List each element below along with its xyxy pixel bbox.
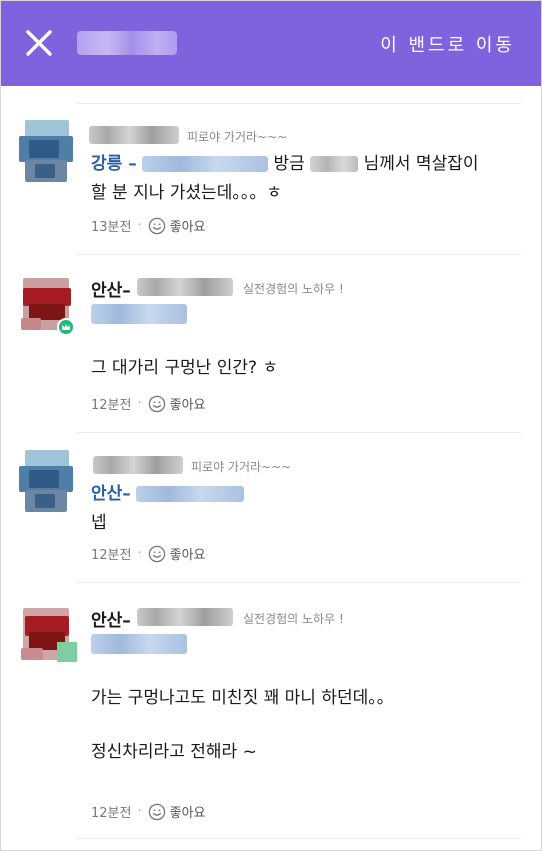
divider	[77, 582, 521, 583]
author-bio: 실전경험의 노하우 !	[243, 612, 344, 626]
comment-time: 12분전	[91, 548, 132, 563]
smiley-icon	[148, 803, 165, 820]
divider	[77, 103, 521, 104]
like-button[interactable]: 좋아요	[148, 544, 206, 563]
smiley-icon	[148, 545, 165, 562]
author-name-prefix[interactable]: 안산–	[91, 606, 131, 631]
comment-meta: 12분전 · 좋아요	[91, 544, 206, 563]
mention-tag-blurred[interactable]	[91, 304, 187, 324]
comment-text: 그 대가리 구멍난 인간? ㅎ	[91, 358, 279, 378]
like-button[interactable]: 좋아요	[148, 216, 206, 235]
mention-name-blurred	[142, 156, 269, 172]
comment-time: 13분전	[91, 220, 132, 235]
smiley-icon	[148, 395, 165, 412]
author-bio: 피로야 가거라~~~	[187, 130, 288, 144]
band-name-blurred	[77, 31, 177, 55]
close-icon	[26, 30, 52, 56]
comment-text-line: 정신차리라고 전해라 ~	[91, 742, 257, 762]
comment-text: 안산– 넵	[91, 480, 521, 538]
author-bio: 실전경험의 노하우 !	[243, 282, 344, 296]
comment-meta: 13분전 · 좋아요	[91, 216, 206, 235]
divider	[77, 254, 521, 255]
meta-separator: ·	[137, 396, 142, 411]
go-to-band-button[interactable]: 이 밴드로 이동	[380, 31, 515, 57]
avatar[interactable]	[15, 450, 77, 512]
comment-time: 12분전	[91, 806, 132, 821]
comment-text-part: 님께서 멱살잡이	[363, 154, 479, 174]
comment-item: 안산– 실전경험의 노하우 ! 가는 구멍나고도 미친짓 꽤 마니 하던데。。 …	[1, 596, 541, 826]
author-name-blurred[interactable]	[137, 608, 233, 626]
like-button[interactable]: 좋아요	[148, 394, 206, 413]
crown-icon	[62, 324, 70, 330]
comment-text-part: 방금	[273, 154, 305, 174]
comment-meta: 12분전 · 좋아요	[91, 394, 206, 413]
divider	[77, 838, 521, 839]
top-bar: 이 밴드로 이동	[1, 1, 541, 86]
smiley-icon	[148, 217, 165, 234]
comment-meta: 12분전 · 좋아요	[91, 802, 206, 821]
comment-item: 안산– 실전경험의 노하우 ! 그 대가리 구멍난 인간? ㅎ 12분전 · 좋…	[1, 266, 541, 426]
like-button[interactable]: 좋아요	[148, 802, 206, 821]
comment-item: 피로야 가거라~~~ 강릉 – 방금 님께서 멱살잡이 할 분 지나 가셨는데。…	[1, 116, 541, 246]
like-label: 좋아요	[169, 220, 206, 235]
like-label: 좋아요	[169, 548, 206, 563]
name-blurred	[310, 156, 359, 172]
comment-item: 피로야 가거라~~~ 안산– 넵 12분전 · 좋아요	[1, 446, 541, 576]
mention-name-blurred	[136, 486, 245, 502]
like-label: 좋아요	[169, 806, 206, 821]
comment-text-line: 가는 구멍나고도 미친짓 꽤 마니 하던데。。	[91, 688, 394, 708]
meta-separator: ·	[137, 546, 142, 561]
mention-tag[interactable]: 안산–	[91, 484, 131, 504]
comment-text-line: 할 분 지나 가셨는데。。。ㅎ	[91, 183, 282, 203]
manager-badge	[57, 318, 75, 336]
author-bio: 피로야 가거라~~~	[191, 460, 292, 474]
mention-tag-blurred[interactable]	[91, 634, 187, 654]
avatar[interactable]	[15, 120, 77, 182]
author-name-blurred[interactable]	[93, 456, 183, 474]
close-button[interactable]	[21, 25, 57, 61]
member-badge	[57, 642, 77, 662]
meta-separator: ·	[137, 804, 142, 819]
comment-text-line: 넵	[91, 513, 107, 533]
like-label: 좋아요	[169, 398, 206, 413]
comment-text: 강릉 – 방금 님께서 멱살잡이 할 분 지나 가셨는데。。。ㅎ	[91, 150, 521, 208]
author-name-prefix[interactable]: 안산–	[91, 276, 131, 301]
meta-separator: ·	[137, 218, 142, 233]
mention-tag[interactable]: 강릉 –	[91, 154, 137, 174]
author-name-blurred[interactable]	[137, 278, 233, 296]
author-name-blurred[interactable]	[89, 126, 179, 144]
divider	[77, 432, 521, 433]
comment-time: 12분전	[91, 398, 132, 413]
